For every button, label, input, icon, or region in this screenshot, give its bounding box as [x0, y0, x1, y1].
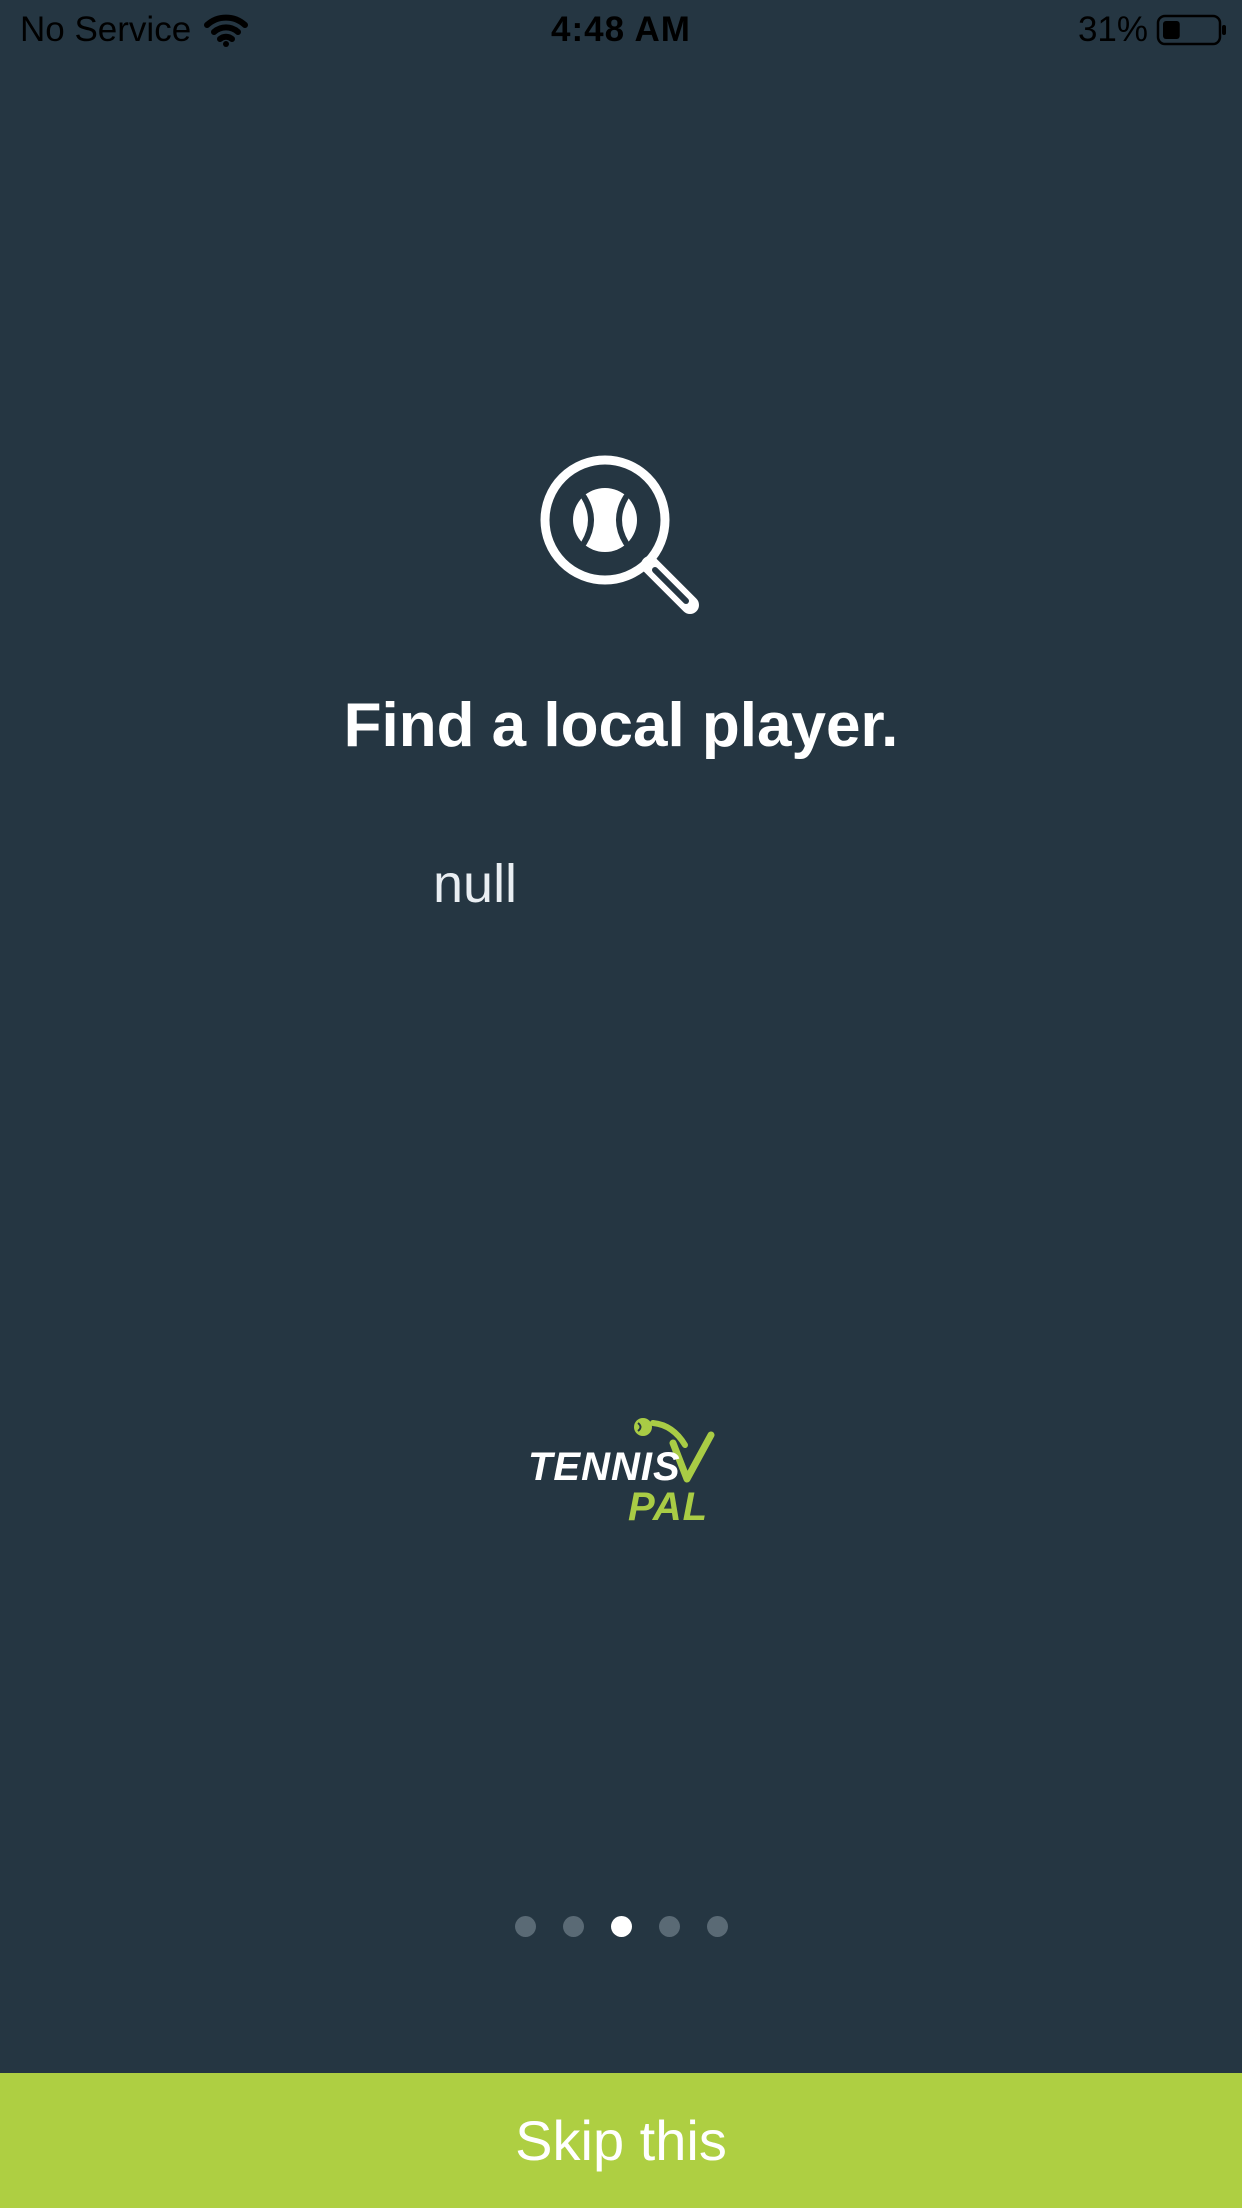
page-indicator[interactable] — [0, 1916, 1242, 1937]
logo-word-pal: PAL — [628, 1485, 709, 1529]
page-dot[interactable] — [706, 1916, 728, 1937]
page-dot-active[interactable] — [610, 1916, 632, 1937]
page-dot[interactable] — [562, 1916, 584, 1937]
onboarding-subtitle: null — [433, 854, 518, 914]
battery-icon — [1156, 14, 1226, 46]
status-time: 4:48 AM — [551, 10, 691, 49]
page-dot[interactable] — [658, 1916, 680, 1937]
tennis-pal-logo: TENNIS PAL — [528, 1415, 715, 1529]
status-right: 31% — [1078, 10, 1228, 50]
logo-word-tennis: TENNIS — [528, 1445, 681, 1489]
onboarding-title: Find a local player. — [343, 691, 899, 760]
search-tennis-ball-icon — [540, 455, 699, 614]
skip-button[interactable]: Skip this — [0, 2073, 1242, 2208]
status-bar: No Service 4:48 AM 31% — [0, 0, 1242, 62]
battery-fill — [1163, 21, 1180, 39]
page-dot[interactable] — [514, 1916, 536, 1937]
battery-percent: 31% — [1077, 10, 1148, 49]
